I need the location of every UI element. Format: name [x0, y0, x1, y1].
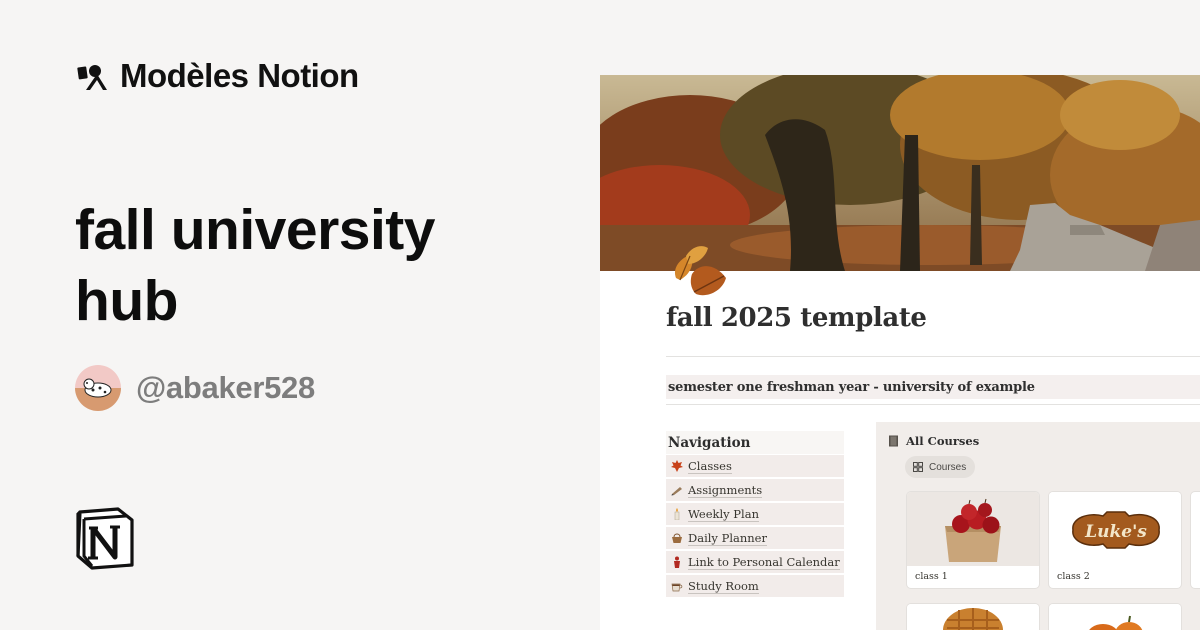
autumn-leaves-icon — [674, 246, 726, 296]
book-icon — [889, 435, 898, 447]
course-card-pumpkins[interactable] — [1049, 604, 1181, 630]
nav-item-daily-planner[interactable]: Daily Planner — [666, 527, 844, 549]
course-card-caption: class 2 — [1057, 571, 1090, 582]
navigation-block: Navigation Classes Assignments Weekly Pl… — [666, 431, 844, 599]
nav-item-personal-calendar[interactable]: Link to Personal Calendar — [666, 551, 844, 573]
view-tab-courses[interactable]: Courses — [905, 456, 976, 478]
subtitle-divider — [666, 404, 1200, 405]
basket-icon — [672, 533, 682, 543]
notion-logo-icon[interactable] — [74, 506, 136, 570]
nav-item-study-room[interactable]: Study Room — [666, 575, 844, 597]
course-card-class-2[interactable]: Luke's class 2 — [1049, 492, 1181, 588]
subtitle-callout: semester one freshman year - university … — [666, 375, 1200, 399]
nav-item-weekly-plan[interactable]: Weekly Plan — [666, 503, 844, 525]
nav-item-classes[interactable]: Classes — [666, 455, 844, 477]
pencil-icon — [671, 487, 682, 496]
red-figure-icon — [674, 556, 680, 568]
svg-text:Luke's: Luke's — [1084, 522, 1147, 542]
course-card-caption: class 1 — [915, 571, 948, 582]
brand-name: Modèles Notion — [120, 57, 359, 94]
navigation-heading: Navigation — [666, 431, 844, 454]
candle-icon — [674, 508, 680, 520]
view-tab-label: Courses — [929, 461, 967, 473]
nav-item-label: Classes — [688, 458, 732, 474]
page-headline: fall university hub — [75, 198, 435, 333]
title-divider — [666, 356, 1200, 357]
nav-item-label: Assignments — [688, 482, 763, 498]
nav-item-label: Daily Planner — [688, 530, 767, 546]
notion-page-preview: fall 2025 template semester one freshman… — [600, 75, 1200, 630]
coffee-icon — [671, 583, 683, 592]
nav-item-label: Weekly Plan — [688, 506, 759, 522]
maple-leaf-icon — [671, 460, 683, 472]
author[interactable]: @abaker528 — [75, 365, 315, 411]
dalmatian-avatar — [75, 365, 121, 411]
all-courses-database: All Courses Courses class 1 Luke's class… — [876, 422, 1200, 630]
nav-item-label: Study Room — [688, 578, 759, 594]
course-card-partial[interactable] — [1191, 492, 1200, 588]
all-courses-title: All Courses — [906, 434, 980, 448]
page-title: fall 2025 template — [666, 303, 927, 333]
pie-image — [907, 604, 1039, 630]
nav-item-assignments[interactable]: Assignments — [666, 479, 844, 501]
course-card-class-1[interactable]: class 1 — [907, 492, 1039, 588]
gallery-icon — [913, 462, 923, 472]
page-subtitle: semester one freshman year - university … — [668, 379, 1035, 395]
author-handle: @abaker528 — [136, 370, 315, 405]
lukes-diner-sign-image: Luke's — [1049, 492, 1181, 566]
shapes-logo-icon — [77, 65, 107, 90]
course-card-pie[interactable] — [907, 604, 1039, 630]
nav-item-label: Link to Personal Calendar — [688, 554, 840, 570]
all-courses-heading[interactable]: All Courses — [888, 434, 979, 448]
apples-in-bag-image — [907, 492, 1039, 566]
brand[interactable]: Modèles Notion — [76, 56, 359, 96]
pumpkins-image — [1049, 604, 1181, 630]
